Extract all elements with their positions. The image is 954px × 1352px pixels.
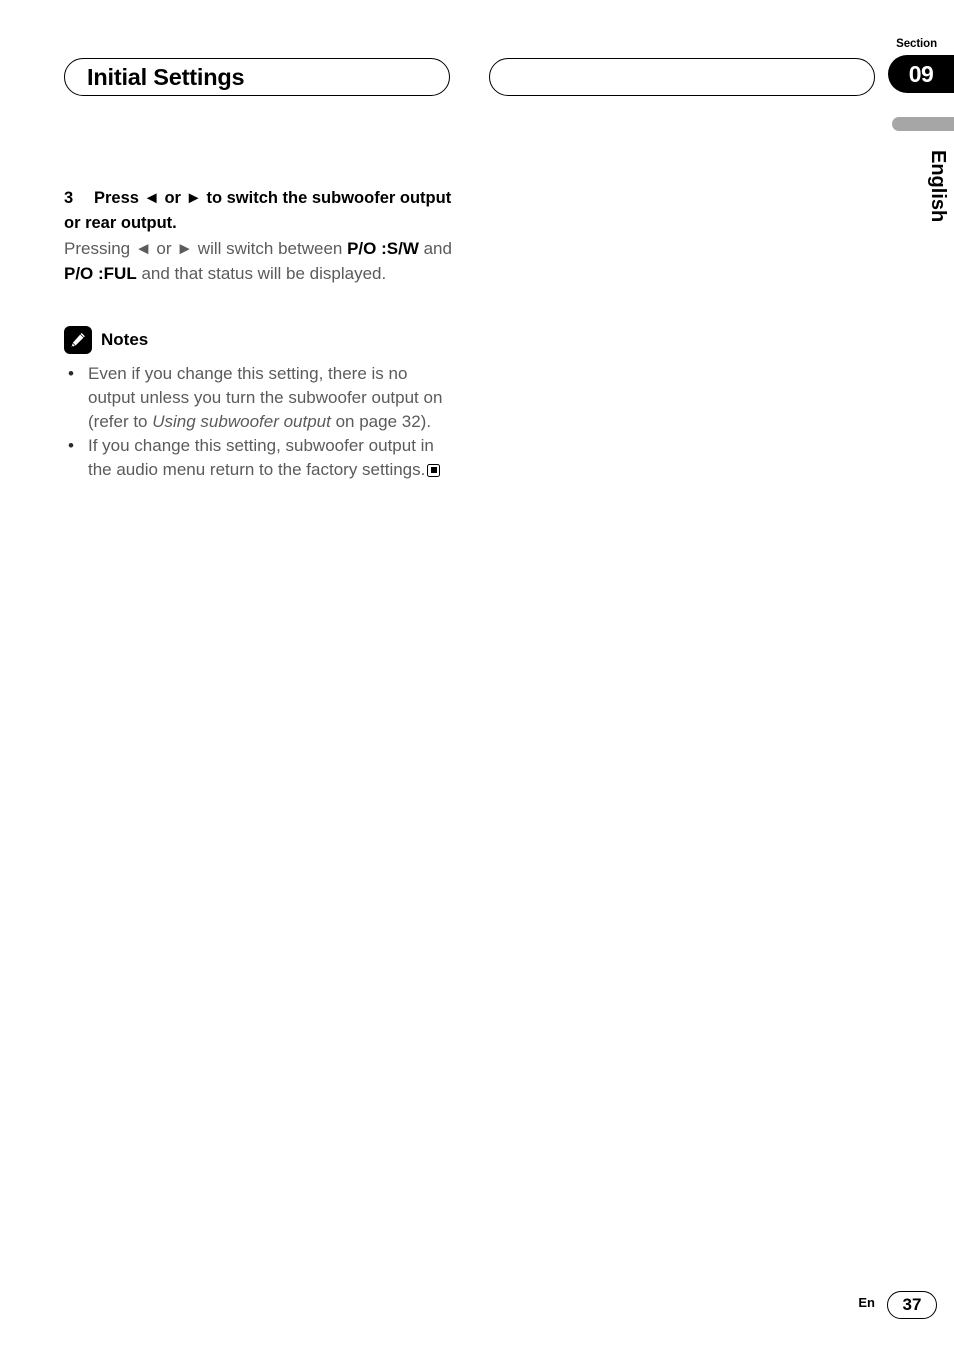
note-reference-title: Using subwoofer output <box>152 412 331 431</box>
step-heading: 3 Press ◄ or ► to switch the subwoofer ou… <box>64 186 456 235</box>
page-number-badge: 37 <box>887 1291 937 1319</box>
section-label: Section <box>896 38 937 50</box>
note-item: Even if you change this setting, there i… <box>64 362 456 434</box>
notes-title: Notes <box>101 330 149 349</box>
end-of-section-marker <box>427 464 441 477</box>
mode-label-ful: P/O :FUL <box>64 263 137 283</box>
step-heading-text: Press ◄ or ► to switch the subwoofer out… <box>64 189 452 232</box>
step-description: Pressing ◄ or ► will switch between P/O … <box>64 237 456 286</box>
note-text-part-2: on page 32). <box>330 412 432 431</box>
step-number: 3 <box>64 189 74 207</box>
footer-language-code: En <box>858 1295 875 1310</box>
notes-list: Even if you change this setting, there i… <box>64 362 456 482</box>
chapter-title-pill: Initial Settings <box>64 58 450 96</box>
page-number: 37 <box>902 1295 922 1314</box>
notes-header: Notes <box>64 326 456 354</box>
description-part-2: and <box>418 239 452 258</box>
description-part-3: and that status will be displayed. <box>136 263 387 283</box>
mode-label-sw: P/O :S/W <box>347 239 419 258</box>
section-number: 09 <box>908 60 934 87</box>
note-item: If you change this setting, subwoofer ou… <box>64 434 456 482</box>
main-content: 3 Press ◄ or ► to switch the subwoofer ou… <box>64 186 456 482</box>
note-text-part-1: If you change this setting, subwoofer ou… <box>88 436 434 479</box>
document-page: Initial Settings Section 09 English 3 Pre… <box>0 0 954 1352</box>
language-bar <box>892 117 954 131</box>
section-number-tab: 09 <box>888 55 954 93</box>
description-part-1: Pressing ◄ or ► will switch between <box>64 239 348 258</box>
pencil-icon <box>64 326 92 354</box>
page-title: Initial Settings <box>87 63 245 90</box>
language-tab-label: English <box>927 150 949 223</box>
secondary-title-pill <box>489 58 875 96</box>
